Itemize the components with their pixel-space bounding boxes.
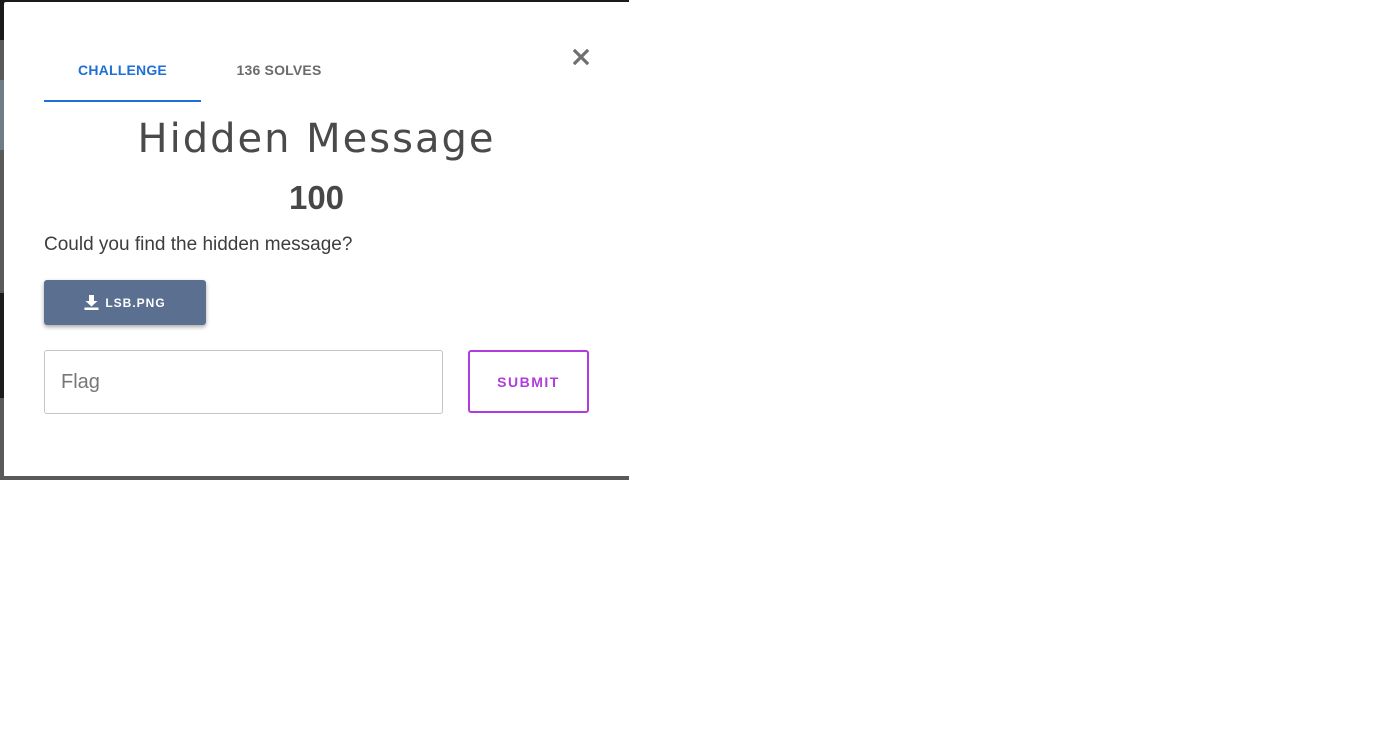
- challenge-description: Could you find the hidden message?: [44, 234, 353, 255]
- download-file-button[interactable]: LSB.PNG: [44, 280, 206, 325]
- tab-challenge[interactable]: CHALLENGE: [44, 40, 201, 102]
- download-file-label: LSB.PNG: [105, 295, 166, 310]
- close-button[interactable]: [568, 44, 594, 70]
- tab-solves[interactable]: 136 SOLVES: [201, 40, 357, 100]
- close-icon: [573, 49, 589, 65]
- download-icon: [84, 295, 99, 310]
- challenge-points: 100: [288, 179, 345, 216]
- challenge-title: Hidden Message: [137, 116, 496, 162]
- modal-tabs: CHALLENGE 136 SOLVES: [44, 40, 357, 102]
- submit-button[interactable]: SUBMIT: [468, 350, 589, 413]
- challenge-modal: CHALLENGE 136 SOLVES Hidden Message 100 …: [4, 2, 629, 476]
- flag-input[interactable]: [44, 350, 443, 414]
